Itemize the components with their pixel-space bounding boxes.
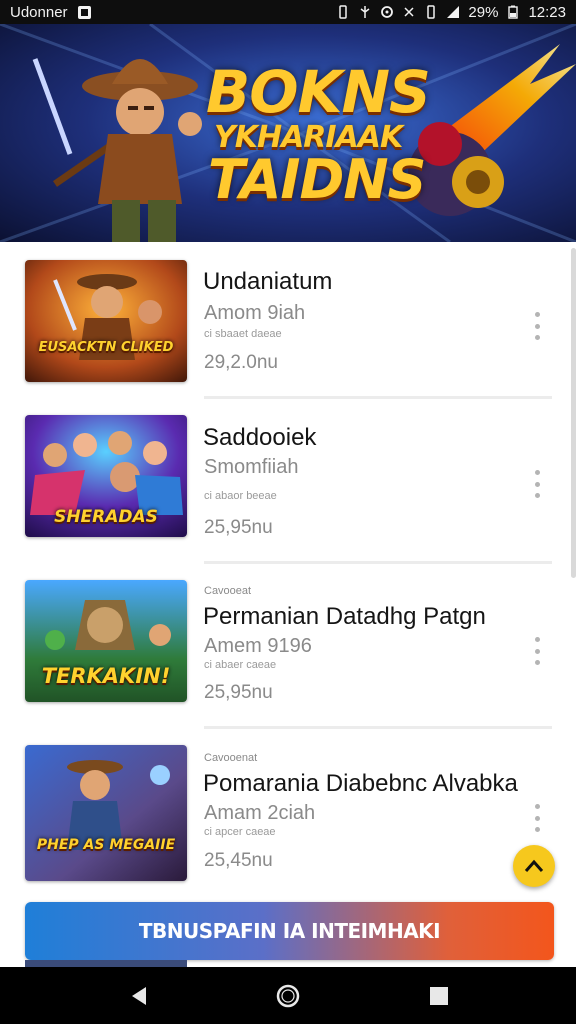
item-subtitle: Amem 9196 [204, 635, 312, 657]
thumbnail-art [25, 260, 187, 382]
item-category: Cavooenat [204, 752, 258, 764]
status-app-label: Udonner [10, 3, 68, 21]
sync-icon [381, 6, 394, 18]
divider [204, 396, 552, 399]
vibrate-icon [404, 7, 414, 17]
battery-percent: 29% [468, 3, 499, 21]
hero-banner[interactable]: BOKNS YKHARIAAK TAIDNS [0, 24, 576, 242]
item-category: Cavooeat [204, 585, 252, 597]
more-vert-icon[interactable] [530, 637, 544, 665]
cta-button[interactable]: TBNUSPAFIN IA INTEIMHAKI [25, 902, 554, 960]
thumbnail-caption: PHEP AS MEGAIIE [36, 837, 176, 853]
status-bar: Udonner 29% 12:23 [0, 0, 576, 24]
list-item[interactable]: TERKAKIN! Cavooeat Permanian Datadhg Pat… [0, 565, 576, 729]
recents-icon[interactable] [426, 983, 452, 1009]
list-item[interactable]: EUSACKTN CLIKED Undaniatum Amom 9iah ci … [0, 242, 576, 406]
navigation-bar [0, 967, 576, 1024]
item-size: 29,2.0nu [204, 352, 278, 373]
notification-icon [339, 5, 348, 19]
divider [204, 561, 552, 564]
app-icon [77, 5, 91, 19]
list-item[interactable]: SHERADAS Saddooiek Smomfiiah ci abaor be… [0, 400, 576, 564]
scrollbar[interactable] [571, 248, 576, 578]
list-item[interactable]: PHEP AS MEGAIIE Cavooenat Pomarania Diab… [0, 730, 576, 894]
clock: 12:23 [528, 3, 566, 21]
thumbnail-caption: TERKAKIN! [41, 664, 171, 688]
game-thumbnail[interactable]: TERKAKIN! [25, 580, 187, 702]
more-vert-icon[interactable] [530, 470, 544, 498]
game-thumbnail[interactable]: SHERADAS [25, 415, 187, 537]
home-icon[interactable] [275, 983, 301, 1009]
item-meta: ci abaer caeae [204, 659, 277, 671]
signal-icon [447, 6, 460, 18]
item-title: Pomarania Diabebnc Alvabka [203, 770, 518, 797]
status-left: Udonner [10, 4, 91, 21]
battery-icon [508, 5, 519, 19]
back-icon[interactable] [126, 983, 152, 1009]
game-thumbnail[interactable]: EUSACKTN CLIKED [25, 260, 187, 382]
item-meta: ci abaor beeae [204, 490, 277, 502]
banner-title-line1: BOKNS [206, 58, 431, 126]
item-subtitle: Smomfiiah [204, 456, 299, 478]
item-meta: ci sbaaet daeae [204, 328, 282, 340]
item-size: 25,95nu [204, 517, 273, 538]
more-vert-icon[interactable] [530, 804, 544, 832]
item-title: Undaniatum [203, 268, 333, 295]
item-title: Saddooiek [203, 424, 317, 451]
thumbnail-caption: EUSACKTN CLIKED [38, 340, 174, 355]
item-meta: ci apcer caeae [204, 826, 276, 838]
item-subtitle: Amom 9iah [204, 302, 306, 324]
item-subtitle: Amam 2ciah [204, 802, 316, 824]
thumbnail-art [25, 745, 187, 881]
thumbnail-caption: SHERADAS [54, 507, 158, 527]
item-size: 25,45nu [204, 850, 273, 871]
game-thumbnail[interactable]: PHEP AS MEGAIIE [25, 745, 187, 881]
chevron-up-icon [524, 859, 544, 872]
item-title: Permanian Datadhg Patgn [203, 603, 486, 630]
next-thumbnail-peek [25, 960, 187, 967]
divider [204, 726, 552, 729]
usb-icon [360, 6, 370, 18]
status-right: 29% 12:23 [336, 4, 566, 21]
banner-title-line3: TAIDNS [208, 148, 426, 211]
more-vert-icon[interactable] [530, 312, 544, 340]
item-size: 25,95nu [204, 682, 273, 703]
scroll-top-button[interactable] [513, 845, 555, 887]
sim-icon [427, 5, 436, 19]
